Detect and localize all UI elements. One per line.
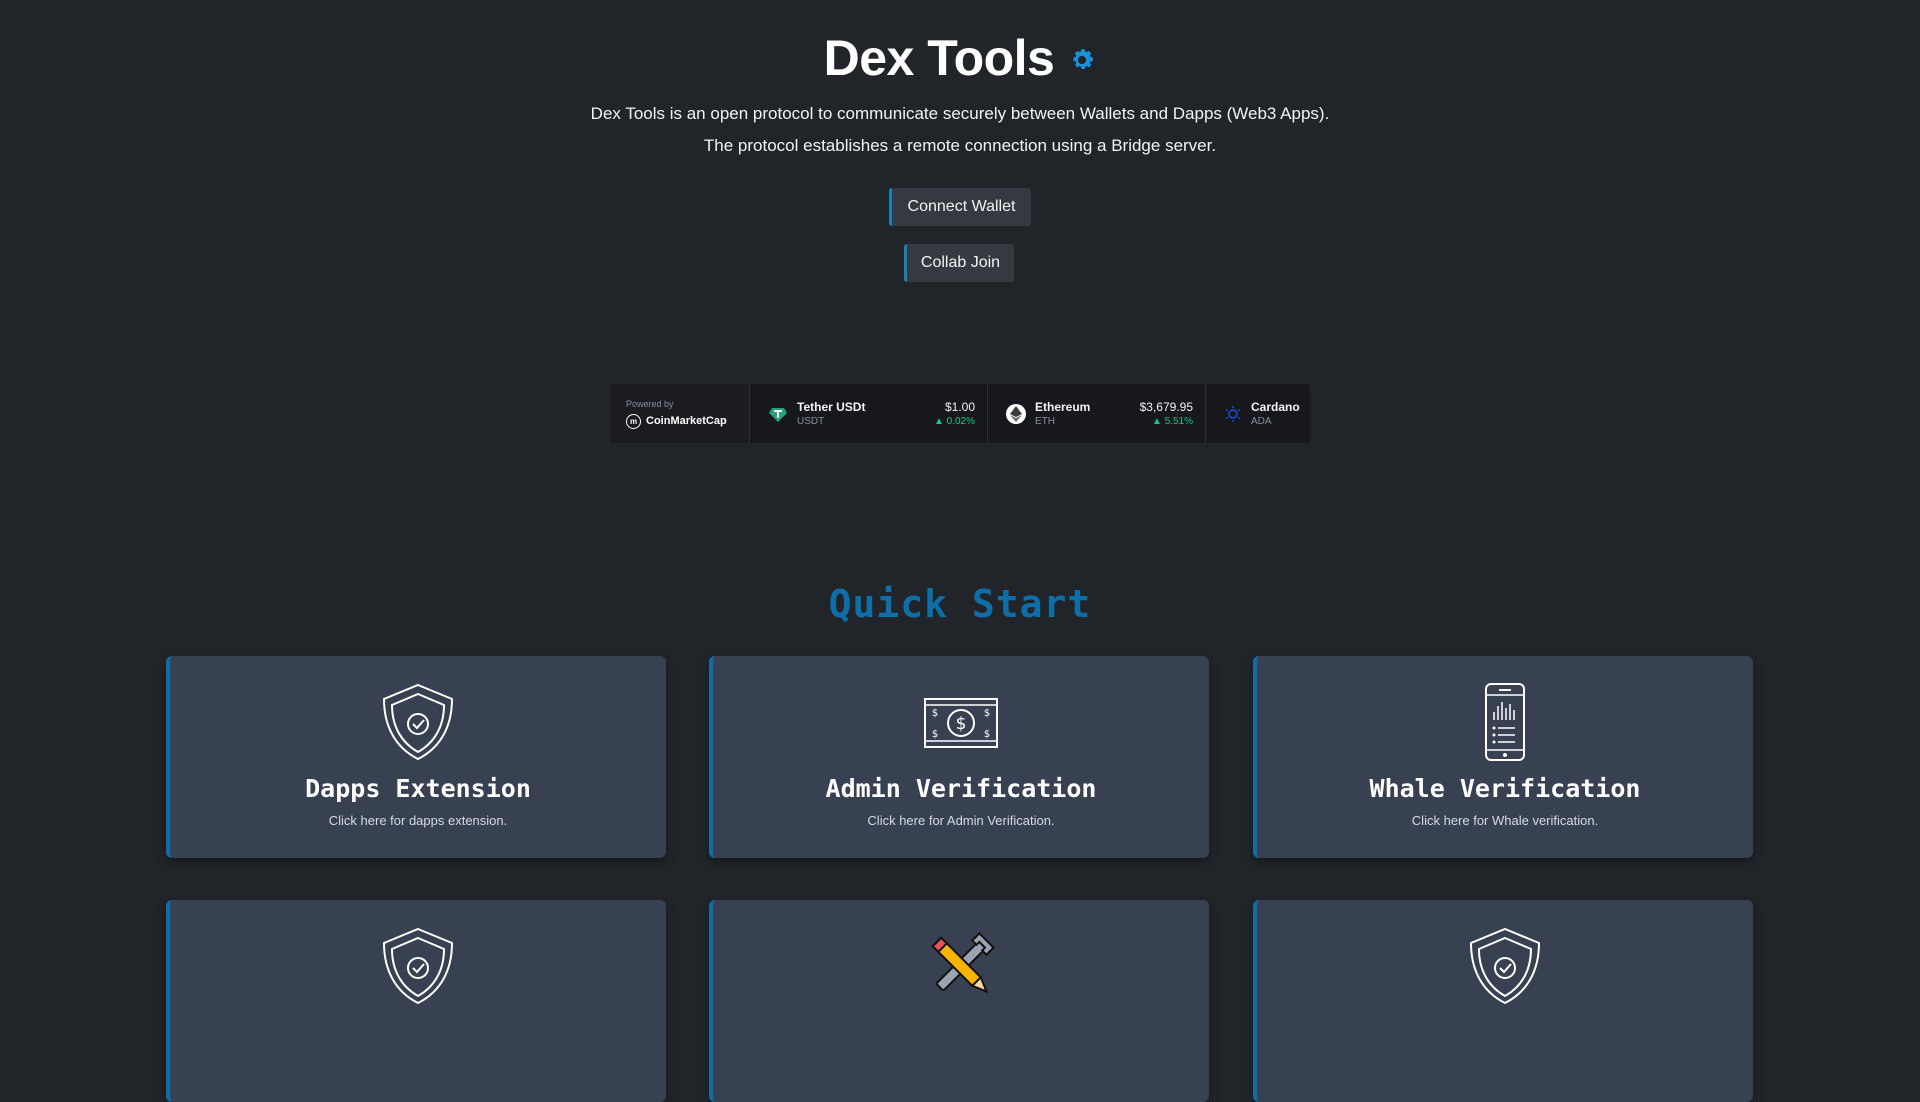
coin-change-value: 0.02% — [946, 416, 975, 427]
coin-ethereum[interactable]: Ethereum ETH $3,679.95 ▲ 5.51% — [988, 384, 1206, 443]
coin-symbol: ADA — [1251, 416, 1272, 427]
card-dapps-extension[interactable]: Dapps Extension Click here for dapps ext… — [166, 656, 666, 858]
coin-name: Ethereum — [1035, 400, 1091, 414]
description-line-1: Dex Tools is an open protocol to communi… — [590, 104, 1330, 123]
coin-name: Cardano — [1251, 400, 1300, 414]
svg-text:$: $ — [984, 708, 990, 719]
card-4[interactable] — [166, 900, 666, 1102]
coin-tether[interactable]: Tether USDt USDT $1.00 ▲ 0.02% — [750, 384, 988, 443]
card-title: Whale Verification — [1369, 774, 1641, 803]
coin-cardano[interactable]: Cardano ADA — [1206, 384, 1310, 443]
description-line-2: The protocol establishes a remote connec… — [703, 136, 1217, 155]
gear-icon — [1073, 49, 1094, 69]
card-subtitle: Click here for Admin Verification. — [867, 813, 1055, 828]
coin-symbol: USDT — [797, 416, 825, 427]
coinmarketcap-brand[interactable]: m CoinMarketCap — [626, 413, 749, 429]
powered-by-section[interactable]: Powered by m CoinMarketCap — [610, 384, 750, 443]
card-admin-verification[interactable]: $ $ $ $ $ Admin Verification Click here … — [709, 656, 1209, 858]
svg-text:$: $ — [956, 714, 967, 734]
up-arrow-icon: ▲ — [933, 416, 947, 427]
svg-text:$: $ — [932, 729, 938, 740]
coin-name: Tether USDt — [797, 400, 866, 414]
svg-text:$: $ — [932, 708, 938, 719]
shield-check-icon — [1469, 927, 1541, 1005]
shield-check-icon — [382, 927, 454, 1005]
coin-change-value: 5.51% — [1164, 416, 1193, 427]
up-arrow-icon: ▲ — [1151, 416, 1165, 427]
card-whale-verification[interactable]: Whale Verification Click here for Whale … — [1253, 656, 1753, 858]
powered-by-label: Powered by — [626, 398, 674, 409]
card-title: Admin Verification — [825, 774, 1097, 803]
tools-icon — [931, 932, 995, 994]
coinmarketcap-logo-icon: m — [626, 413, 641, 429]
coin-symbol: ETH — [1035, 416, 1055, 427]
card-title: Dapps Extension — [305, 774, 531, 803]
card-subtitle: Click here for Whale verification. — [1411, 813, 1599, 828]
brand-name: CoinMarketCap — [646, 415, 727, 427]
title-row: Dex Tools — [0, 30, 1920, 86]
collab-join-button[interactable]: Collab Join — [904, 244, 1014, 282]
coin-change: ▲ 0.02% — [934, 416, 975, 427]
card-6[interactable] — [1253, 900, 1753, 1102]
coin-price: $1.00 — [944, 400, 975, 414]
crypto-price-ticker[interactable]: Powered by m CoinMarketCap Tether USDt U… — [610, 384, 1310, 443]
tether-icon — [768, 404, 788, 424]
shield-check-icon — [382, 683, 454, 761]
card-5[interactable] — [709, 900, 1209, 1102]
cardano-icon — [1224, 404, 1242, 424]
ethereum-icon — [1006, 403, 1026, 424]
phone-chart-icon — [1485, 683, 1525, 761]
connect-wallet-button[interactable]: Connect Wallet — [889, 188, 1031, 226]
svg-text:$: $ — [984, 729, 990, 740]
quick-start-heading: Quick Start — [828, 582, 1092, 626]
banknote-icon: $ $ $ $ $ — [924, 698, 998, 748]
card-subtitle: Click here for dapps extension. — [328, 813, 508, 828]
coin-change: ▲ 5.51% — [1152, 416, 1193, 427]
coin-price: $3,679.95 — [1139, 400, 1193, 414]
page-title: Dex Tools — [823, 30, 1055, 86]
